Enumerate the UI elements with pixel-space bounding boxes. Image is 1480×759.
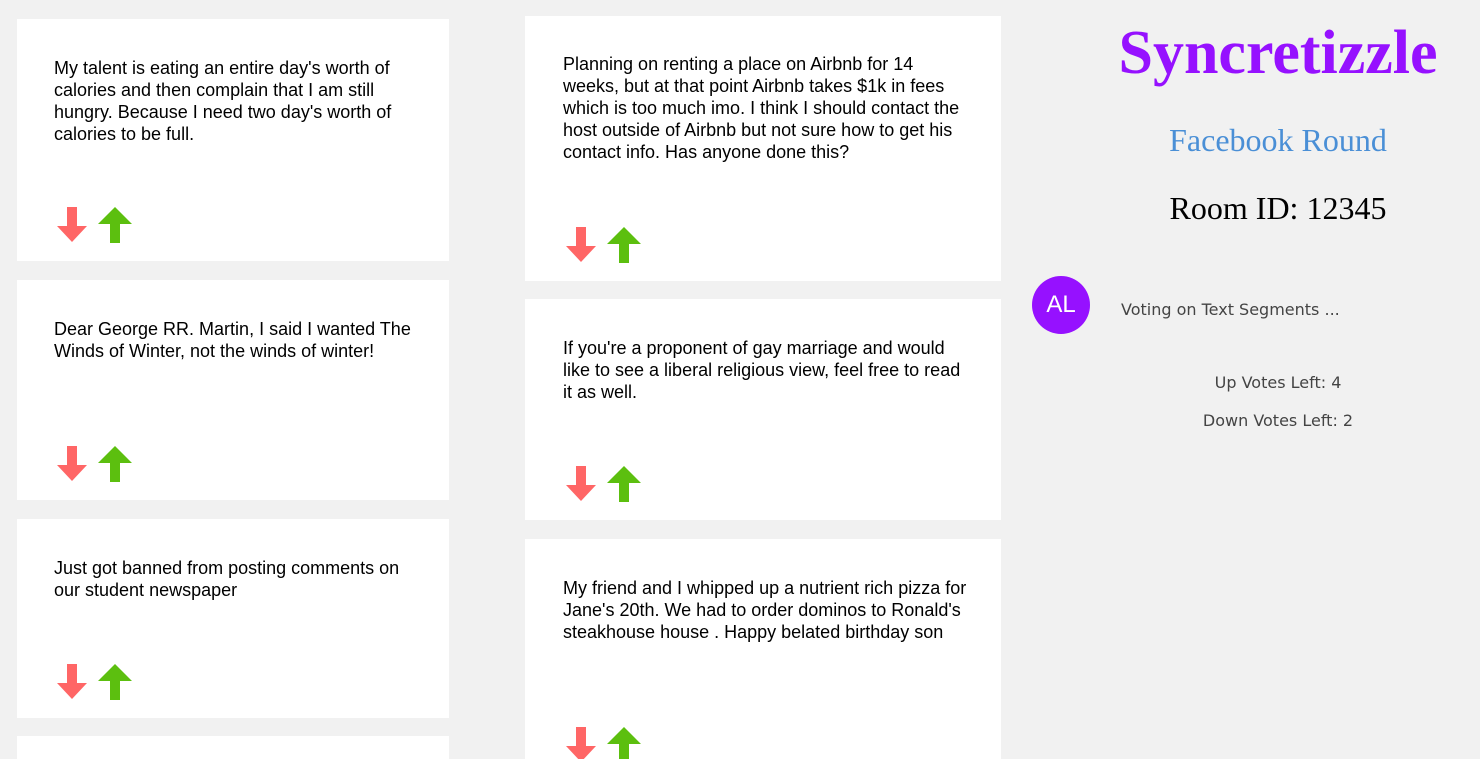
down-votes-left: Down Votes Left: 2: [1202, 411, 1354, 430]
down-arrow-icon: [57, 207, 87, 242]
voting-status: Voting on Text Segments ...: [1121, 300, 1340, 319]
round-name: Facebook Round: [1169, 122, 1387, 158]
text-segment-card: Just got banned from posting comments on…: [17, 519, 449, 718]
up-arrow-icon: [607, 466, 641, 502]
up-vote-button[interactable]: [605, 465, 643, 503]
segment-text: Just got banned from posting comments on…: [54, 558, 400, 600]
up-vote-button[interactable]: [96, 445, 134, 483]
segment-text: My friend and I whipped up a nutrient ri…: [563, 578, 967, 642]
down-arrow-icon: [566, 727, 596, 759]
segment-text: If you're a proponent of gay marriage an…: [563, 338, 961, 402]
text-segment-card: [17, 736, 449, 759]
vote-controls: [562, 726, 643, 759]
down-vote-button[interactable]: [53, 663, 91, 701]
vote-controls: [562, 226, 643, 264]
up-arrow-icon: [98, 446, 132, 482]
segment-text: Dear George RR. Martin, I said I wanted …: [54, 319, 411, 361]
down-arrow-icon: [566, 466, 596, 501]
up-votes-left: Up Votes Left: 4: [1214, 373, 1342, 392]
down-vote-button[interactable]: [53, 206, 91, 244]
room-id: Room ID: 12345: [1169, 190, 1387, 226]
text-segment-card: My talent is eating an entire day's wort…: [17, 19, 449, 261]
up-arrow-icon: [607, 727, 641, 759]
text-segment-card: Dear George RR. Martin, I said I wanted …: [17, 280, 449, 500]
text-segment-card: My friend and I whipped up a nutrient ri…: [525, 539, 1001, 759]
up-arrow-icon: [98, 664, 132, 700]
segment-text: My talent is eating an entire day's wort…: [54, 58, 392, 144]
text-segment-card: Planning on renting a place on Airbnb fo…: [525, 16, 1001, 281]
up-vote-button[interactable]: [96, 206, 134, 244]
up-arrow-icon: [98, 207, 132, 243]
vote-controls: [53, 445, 134, 483]
down-arrow-icon: [57, 446, 87, 481]
up-vote-button[interactable]: [605, 226, 643, 264]
down-vote-button[interactable]: [562, 465, 600, 503]
down-vote-button[interactable]: [562, 226, 600, 264]
up-vote-button[interactable]: [605, 726, 643, 759]
text-segment-card: If you're a proponent of gay marriage an…: [525, 299, 1001, 520]
avatar: AL: [1032, 276, 1090, 334]
app-title: Syncretizzle: [1118, 19, 1438, 87]
down-vote-button[interactable]: [562, 726, 600, 759]
down-arrow-icon: [566, 227, 596, 262]
vote-controls: [53, 663, 134, 701]
down-vote-button[interactable]: [53, 445, 91, 483]
segment-text: Planning on renting a place on Airbnb fo…: [563, 54, 960, 162]
down-arrow-icon: [57, 664, 87, 699]
up-vote-button[interactable]: [96, 663, 134, 701]
vote-controls: [53, 206, 134, 244]
vote-controls: [562, 465, 643, 503]
page: My talent is eating an entire day's wort…: [0, 0, 1480, 759]
up-arrow-icon: [607, 227, 641, 263]
